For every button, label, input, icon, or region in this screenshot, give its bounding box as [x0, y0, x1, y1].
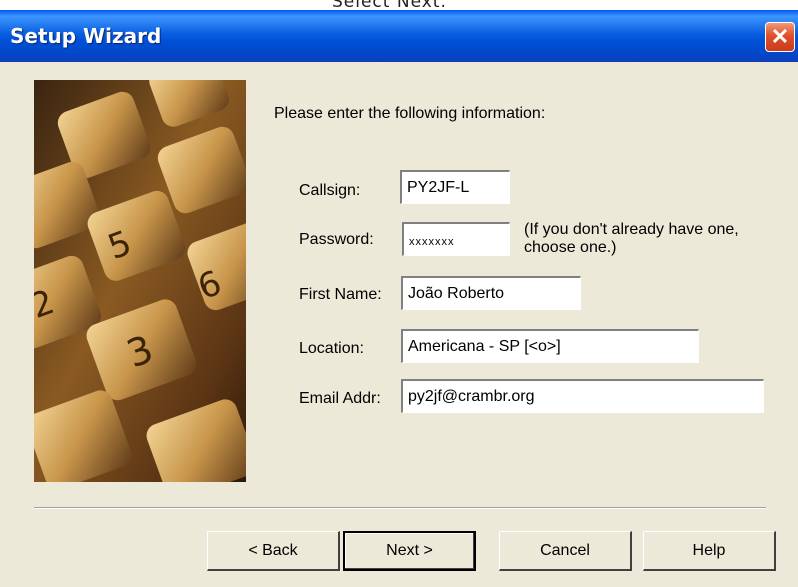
password-label: Password: [299, 231, 374, 248]
close-button[interactable]: ✕ [765, 22, 795, 52]
callsign-field[interactable] [400, 170, 510, 204]
intro-text: Please enter the following information: [274, 105, 546, 122]
first-name-field[interactable] [401, 276, 581, 310]
top-caption: Select Next. [0, 0, 798, 10]
first-name-label: First Name: [299, 286, 382, 303]
close-icon: ✕ [770, 24, 790, 49]
password-field[interactable] [402, 222, 510, 256]
cancel-button[interactable]: Cancel [499, 531, 632, 571]
back-button[interactable]: < Back [207, 531, 340, 571]
email-label: Email Addr: [299, 390, 381, 407]
window-title: Setup Wizard [10, 24, 162, 48]
location-label: Location: [299, 340, 364, 357]
email-field[interactable] [401, 379, 764, 413]
help-button[interactable]: Help [643, 531, 776, 571]
next-button[interactable]: Next > [343, 531, 476, 571]
title-bar: Setup Wizard ✕ [0, 10, 798, 62]
password-note: (If you don't already have one, choose o… [524, 221, 739, 256]
caption-text: Select Next. [332, 0, 447, 10]
separator-highlight [34, 508, 766, 509]
location-field[interactable] [401, 329, 699, 363]
keypad-image: 5 6 2 3 [34, 80, 246, 482]
callsign-label: Callsign: [299, 182, 361, 199]
